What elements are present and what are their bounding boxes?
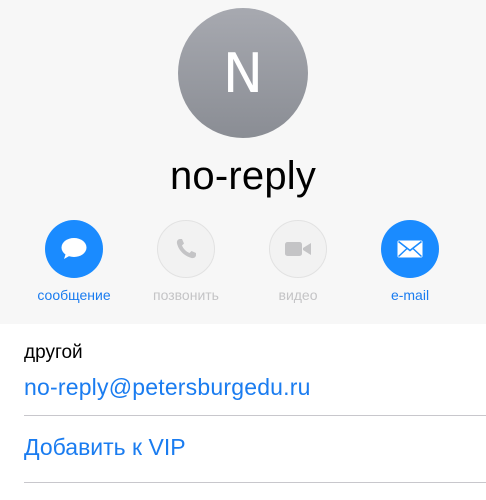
contact-header: N no-reply сообщение позвонить видео e-m… (0, 0, 486, 324)
message-icon (61, 238, 87, 259)
message-label: сообщение (37, 287, 111, 303)
avatar: N (178, 8, 308, 138)
call-button[interactable]: позвонить (131, 220, 241, 303)
call-label: позвонить (153, 287, 219, 303)
mail-label: e-mail (390, 287, 430, 303)
video-label: видео (278, 287, 318, 303)
message-button[interactable]: сообщение (19, 220, 129, 303)
contact-details: другой no-reply@petersburgedu.ru Добавит… (0, 324, 486, 483)
video-button[interactable]: видео (243, 220, 353, 303)
video-icon (285, 242, 311, 256)
mail-button[interactable]: e-mail (355, 220, 465, 303)
video-circle[interactable] (269, 220, 327, 278)
mail-circle[interactable] (381, 220, 439, 278)
contact-name: no-reply (169, 154, 317, 198)
email-type-label: другой (24, 342, 83, 363)
email-address-link[interactable]: no-reply@petersburgedu.ru (24, 374, 311, 401)
message-circle[interactable] (45, 220, 103, 278)
add-to-vip-button[interactable]: Добавить к VIP (24, 434, 186, 461)
divider (24, 482, 486, 483)
divider (24, 415, 486, 416)
email-row[interactable]: другой no-reply@petersburgedu.ru (0, 324, 486, 416)
mail-icon (397, 240, 423, 258)
call-circle[interactable] (157, 220, 215, 278)
phone-icon (176, 239, 196, 259)
avatar-initial: N (222, 41, 264, 105)
